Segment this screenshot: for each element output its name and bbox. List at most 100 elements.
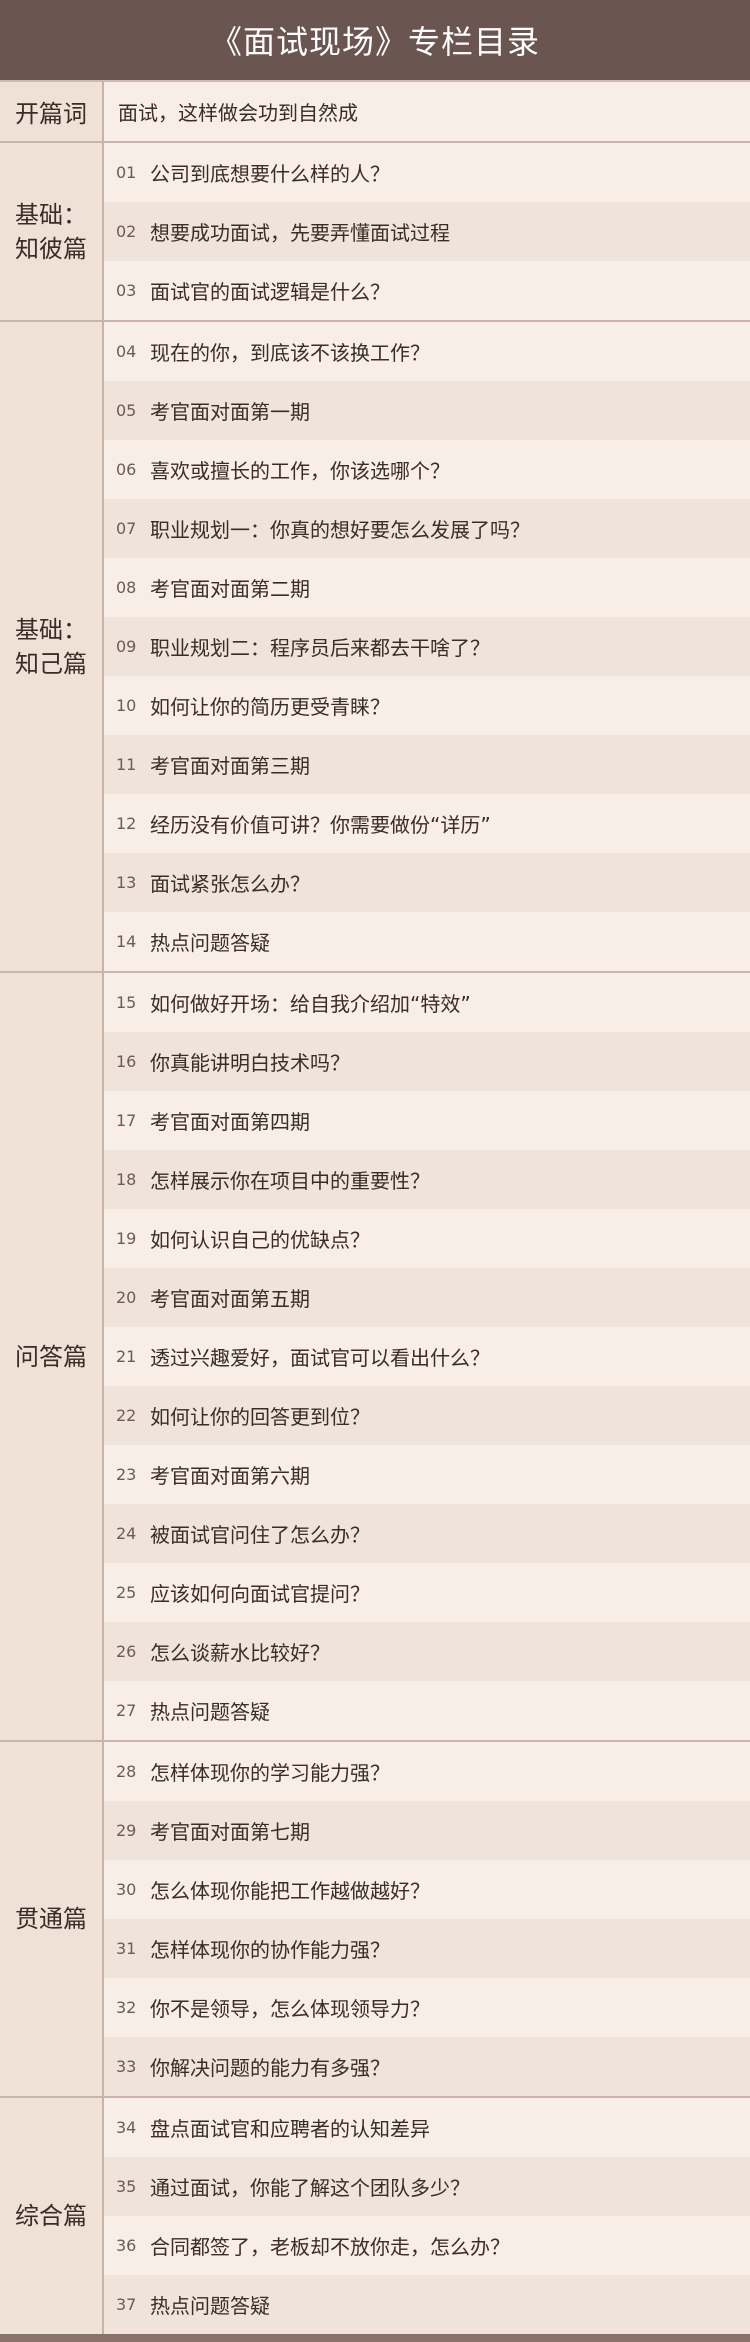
chapter-title: 考官面对面第五期 [150,1287,310,1311]
chapter-number: 35 [116,2177,137,2196]
chapter-title: 现在的你，到底该不该换工作？ [150,341,430,365]
chapter-item[interactable]: 31 怎样体现你的协作能力强？ [104,1919,750,1978]
chapter-item[interactable]: 29 考官面对面第七期 [104,1801,750,1860]
chapter-item[interactable]: 37 热点问题答疑 [104,2275,750,2334]
chapter-title: 职业规划二：程序员后来都去干啥了？ [150,636,490,660]
chapter-number: 17 [116,1111,137,1130]
chapter-title: 如何让你的回答更到位？ [150,1405,370,1429]
chapter-title: 经历没有价值可讲？你需要做份“详历” [150,813,491,837]
chapter-item[interactable]: 16 你真能讲明白技术吗？ [104,1032,750,1091]
chapter-item[interactable]: 24 被面试官问住了怎么办？ [104,1504,750,1563]
chapter-title: 怎么体现你能把工作越做越好？ [150,1879,430,1903]
chapter-item[interactable]: 22 如何让你的回答更到位？ [104,1386,750,1445]
chapter-item[interactable]: 30 怎么体现你能把工作越做越好？ [104,1860,750,1919]
chapter-item[interactable]: 15 如何做好开场：给自我介绍加“特效” [104,973,750,1032]
chapter-number: 37 [116,2295,137,2314]
chapter-item[interactable]: 18 怎样展示你在项目中的重要性？ [104,1150,750,1209]
chapter-item[interactable]: 05 考官面对面第一期 [104,381,750,440]
chapter-title: 热点问题答疑 [150,1700,270,1724]
chapter-number: 31 [116,1939,137,1958]
chapter-title: 透过兴趣爱好，面试官可以看出什么？ [150,1346,490,1370]
chapter-item[interactable]: 10 如何让你的简历更受青睐？ [104,676,750,735]
chapter-item[interactable]: 01 公司到底想要什么样的人？ [104,143,750,202]
section: 基础： 知己篇 04 现在的你，到底该不该换工作？ 05 考官面对面第一期 06 喜欢或擅长… [0,322,750,973]
intro-row[interactable]: 开篇词 面试，这样做会功到自然成 [0,82,750,143]
chapter-title: 如何让你的简历更受青睐？ [150,695,390,719]
chapter-item[interactable]: 34 盘点面试官和应聘者的认知差异 [104,2098,750,2157]
chapter-item[interactable]: 27 热点问题答疑 [104,1681,750,1740]
chapter-title: 考官面对面第三期 [150,754,310,778]
chapter-title: 盘点面试官和应聘者的认知差异 [150,2117,430,2141]
chapter-number: 15 [116,993,137,1012]
chapter-item[interactable]: 04 现在的你，到底该不该换工作？ [104,322,750,381]
chapter-number: 19 [116,1229,137,1248]
chapter-item[interactable]: 36 合同都签了，老板却不放你走，怎么办？ [104,2216,750,2275]
chapter-number: 08 [116,578,137,597]
chapter-item[interactable]: 33 你解决问题的能力有多强？ [104,2037,750,2096]
chapter-item[interactable]: 19 如何认识自己的优缺点？ [104,1209,750,1268]
chapter-number: 32 [116,1998,137,2017]
chapter-number: 25 [116,1583,137,1602]
chapter-title: 想要成功面试，先要弄懂面试过程 [150,221,450,245]
section: 基础： 知彼篇 01 公司到底想要什么样的人？ 02 想要成功面试，先要弄懂面试过程 03… [0,143,750,322]
chapter-title: 公司到底想要什么样的人？ [150,162,390,186]
chapter-number: 13 [116,873,137,892]
chapter-item[interactable]: 13 面试紧张怎么办？ [104,853,750,912]
chapter-number: 12 [116,814,137,833]
catalog-page: 《面试现场》专栏目录 开篇词 面试，这样做会功到自然成 基础： 知彼篇 01 公司到… [0,0,750,2342]
chapter-item[interactable]: 21 透过兴趣爱好，面试官可以看出什么？ [104,1327,750,1386]
chapter-item[interactable]: 03 面试官的面试逻辑是什么？ [104,261,750,320]
section-label: 基础： 知己篇 [0,322,104,971]
chapter-title: 你不是领导，怎么体现领导力？ [150,1997,430,2021]
chapter-title: 考官面对面第六期 [150,1464,310,1488]
chapter-title: 职业规划一：你真的想好要怎么发展了吗？ [150,518,530,542]
chapter-item[interactable]: 25 应该如何向面试官提问？ [104,1563,750,1622]
chapter-item[interactable]: 20 考官面对面第五期 [104,1268,750,1327]
section-items: 28 怎样体现你的学习能力强？ 29 考官面对面第七期 30 怎么体现你能把工作越做越好？… [104,1742,750,2096]
chapter-item[interactable]: 11 考官面对面第三期 [104,735,750,794]
chapter-item[interactable]: 02 想要成功面试，先要弄懂面试过程 [104,202,750,261]
section-items: 34 盘点面试官和应聘者的认知差异 35 通过面试，你能了解这个团队多少？ 36 合同都签… [104,2098,750,2334]
chapter-title: 怎样展示你在项目中的重要性？ [150,1169,430,1193]
chapter-item[interactable]: 26 怎么谈薪水比较好？ [104,1622,750,1681]
chapter-number: 26 [116,1642,137,1661]
chapter-number: 30 [116,1880,137,1899]
chapter-number: 03 [116,281,137,300]
chapter-title: 怎样体现你的学习能力强？ [150,1761,390,1785]
chapter-item[interactable]: 32 你不是领导，怎么体现领导力？ [104,1978,750,2037]
section-label: 问答篇 [0,973,104,1740]
chapter-number: 36 [116,2236,137,2255]
chapter-item[interactable]: 14 热点问题答疑 [104,912,750,971]
chapter-item[interactable]: 09 职业规划二：程序员后来都去干啥了？ [104,617,750,676]
chapter-number: 14 [116,932,137,951]
chapter-number: 05 [116,401,137,420]
chapter-number: 02 [116,222,137,241]
chapter-title: 你真能讲明白技术吗？ [150,1051,350,1075]
chapter-title: 应该如何向面试官提问？ [150,1582,370,1606]
chapter-number: 01 [116,163,137,182]
section: 贯通篇 28 怎样体现你的学习能力强？ 29 考官面对面第七期 30 怎么体现你能把工作越做… [0,1742,750,2098]
chapter-item[interactable]: 17 考官面对面第四期 [104,1091,750,1150]
chapter-item[interactable]: 06 喜欢或擅长的工作，你该选哪个？ [104,440,750,499]
chapter-item[interactable]: 35 通过面试，你能了解这个团队多少？ [104,2157,750,2216]
chapter-title: 考官面对面第四期 [150,1110,310,1134]
section: 综合篇 34 盘点面试官和应聘者的认知差异 35 通过面试，你能了解这个团队多少？ 36 合… [0,2098,750,2342]
chapter-title: 面试官的面试逻辑是什么？ [150,280,390,304]
chapter-title: 考官面对面第七期 [150,1820,310,1844]
chapter-item[interactable]: 28 怎样体现你的学习能力强？ [104,1742,750,1801]
chapter-item[interactable]: 08 考官面对面第二期 [104,558,750,617]
chapter-title: 如何做好开场：给自我介绍加“特效” [150,992,471,1016]
intro-label: 开篇词 [0,82,104,141]
section-items: 15 如何做好开场：给自我介绍加“特效” 16 你真能讲明白技术吗？ 17 考官面对面第四… [104,973,750,1740]
chapter-number: 09 [116,637,137,656]
chapter-number: 11 [116,755,137,774]
chapter-item[interactable]: 07 职业规划一：你真的想好要怎么发展了吗？ [104,499,750,558]
section-list: 基础： 知彼篇 01 公司到底想要什么样的人？ 02 想要成功面试，先要弄懂面试过程 03… [0,143,750,2342]
chapter-item[interactable]: 23 考官面对面第六期 [104,1445,750,1504]
chapter-item[interactable]: 12 经历没有价值可讲？你需要做份“详历” [104,794,750,853]
chapter-number: 27 [116,1701,137,1720]
section-label: 基础： 知彼篇 [0,143,104,320]
chapter-title: 考官面对面第一期 [150,400,310,424]
section: 问答篇 15 如何做好开场：给自我介绍加“特效” 16 你真能讲明白技术吗？ 17 考官面对… [0,973,750,1742]
chapter-number: 24 [116,1524,137,1543]
